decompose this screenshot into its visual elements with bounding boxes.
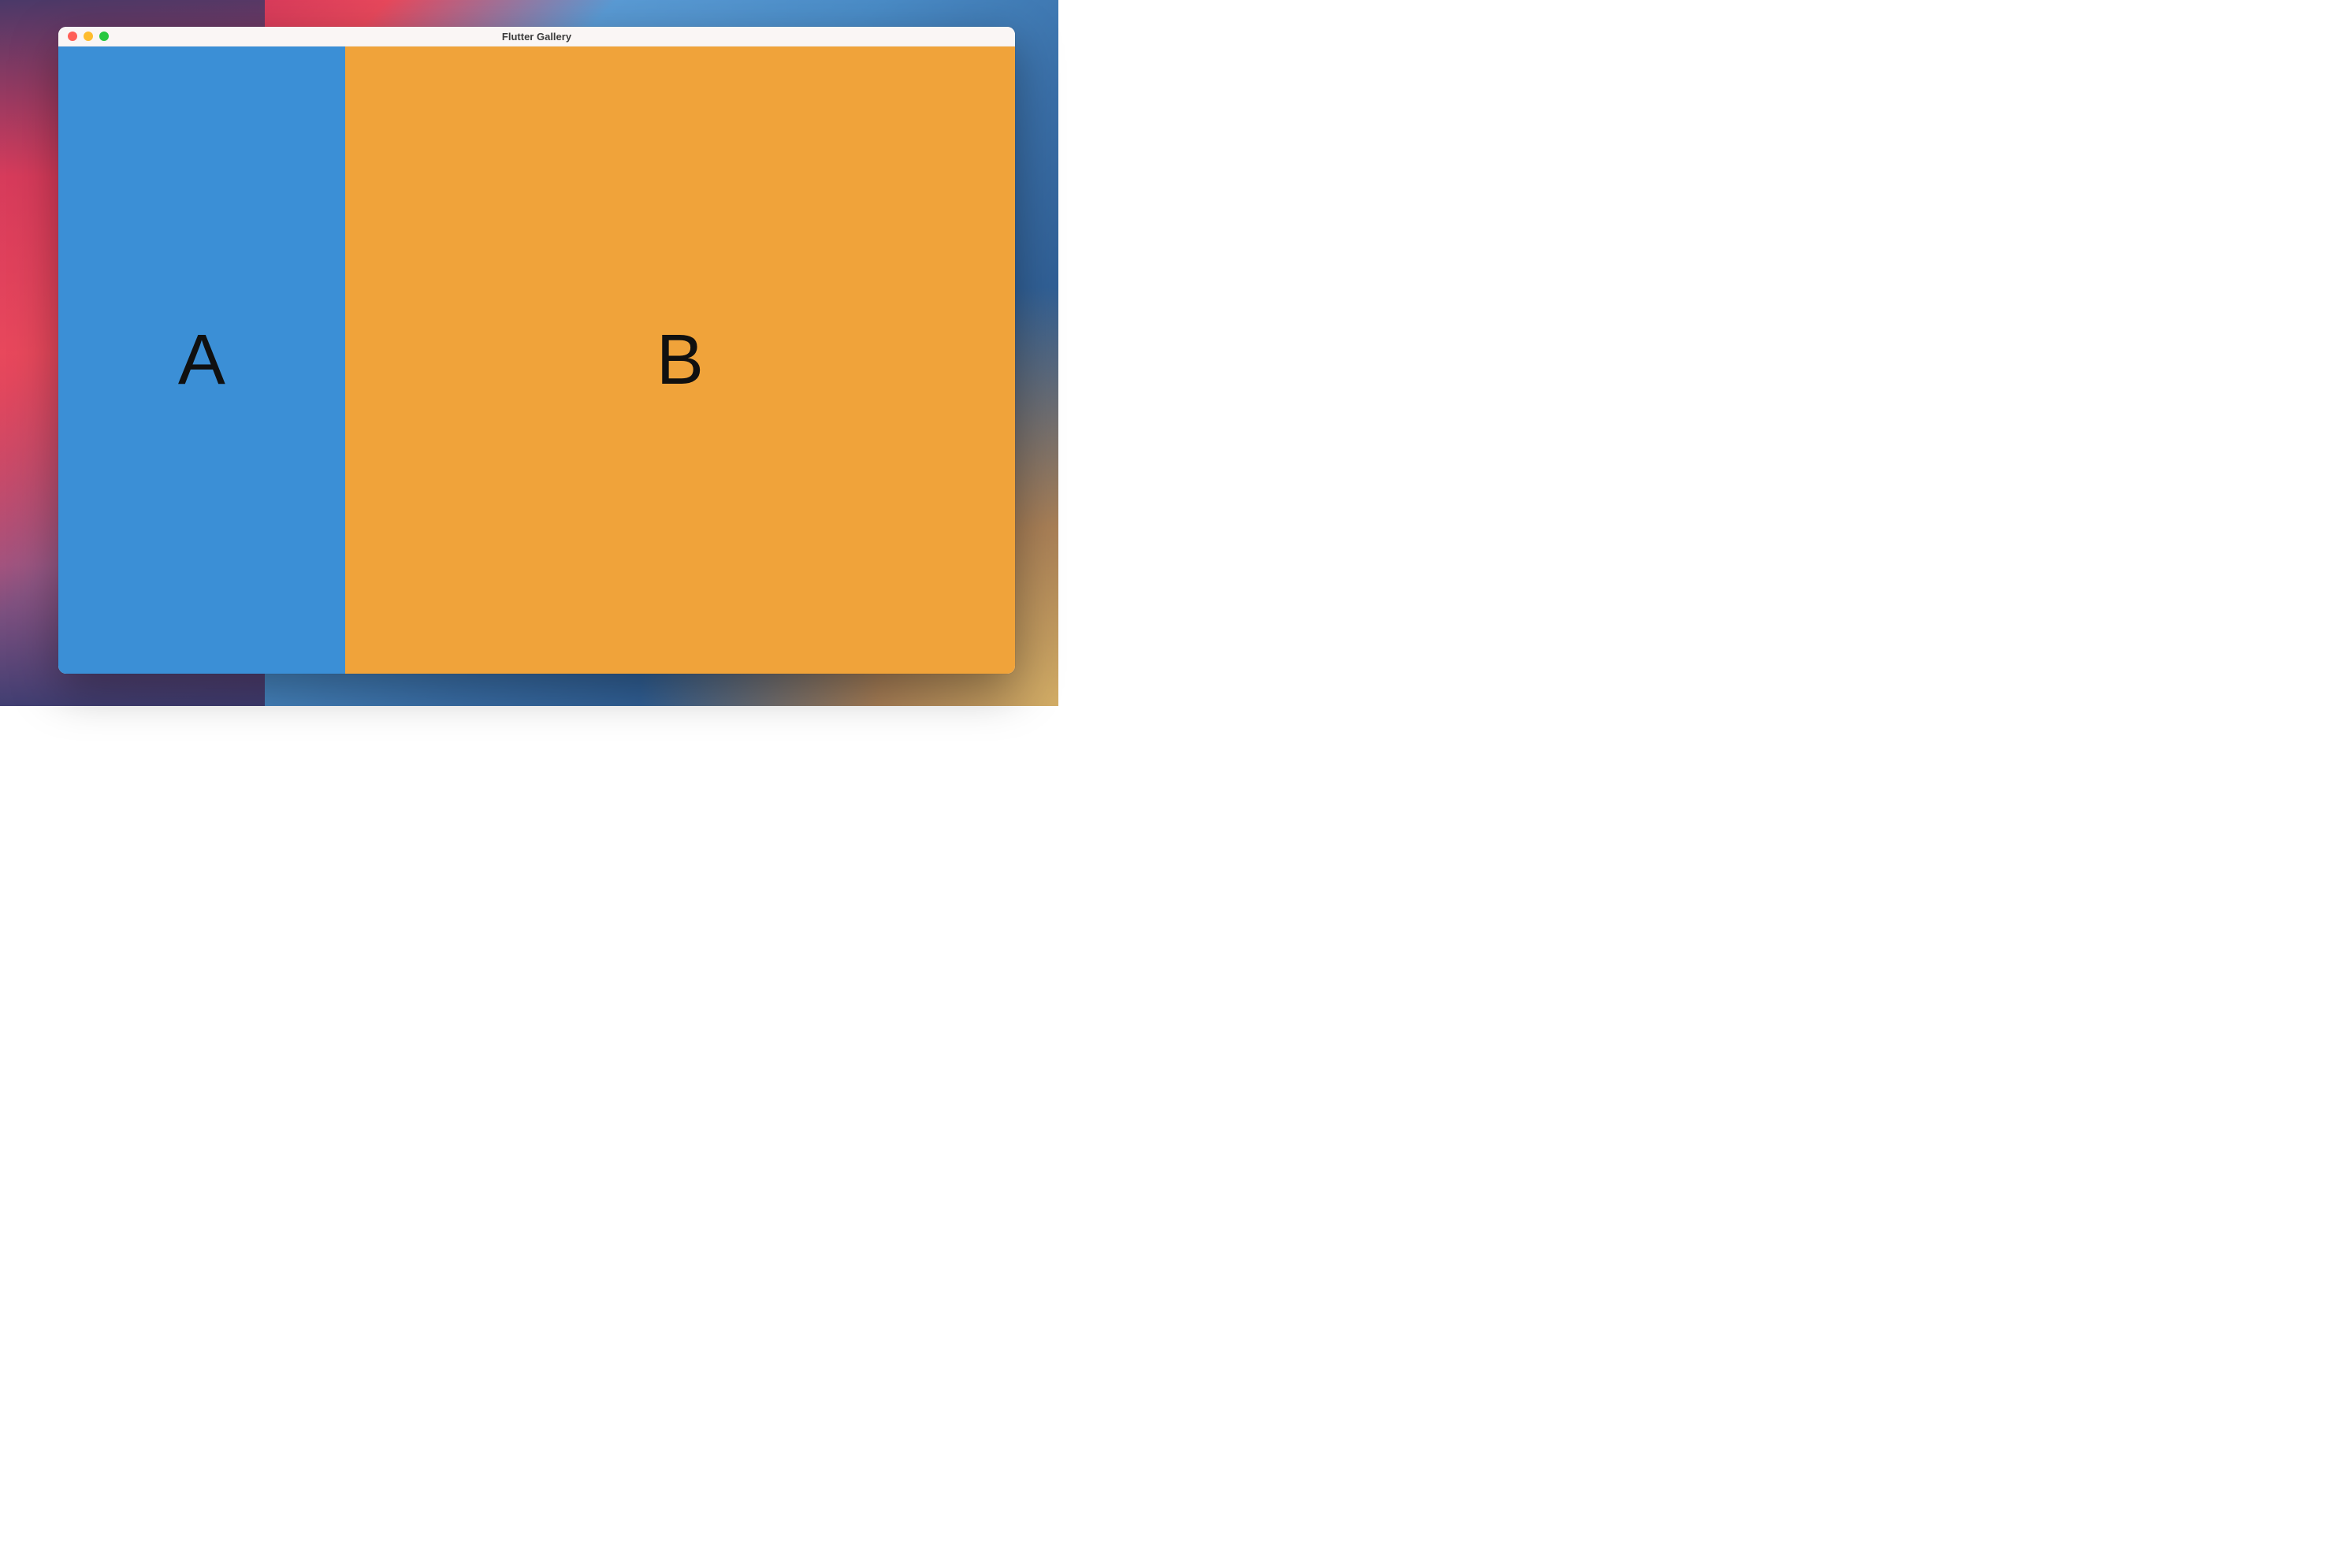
content-area: A B bbox=[58, 46, 1015, 674]
minimize-icon[interactable] bbox=[84, 32, 93, 41]
window-controls bbox=[58, 32, 109, 41]
panel-a: A bbox=[58, 46, 345, 674]
panel-a-label: A bbox=[178, 320, 226, 401]
window-title: Flutter Gallery bbox=[58, 31, 1015, 43]
app-window: Flutter Gallery A B bbox=[58, 27, 1015, 674]
maximize-icon[interactable] bbox=[99, 32, 109, 41]
close-icon[interactable] bbox=[68, 32, 77, 41]
panel-b: B bbox=[345, 46, 1015, 674]
titlebar[interactable]: Flutter Gallery bbox=[58, 27, 1015, 46]
panel-b-label: B bbox=[656, 320, 705, 401]
